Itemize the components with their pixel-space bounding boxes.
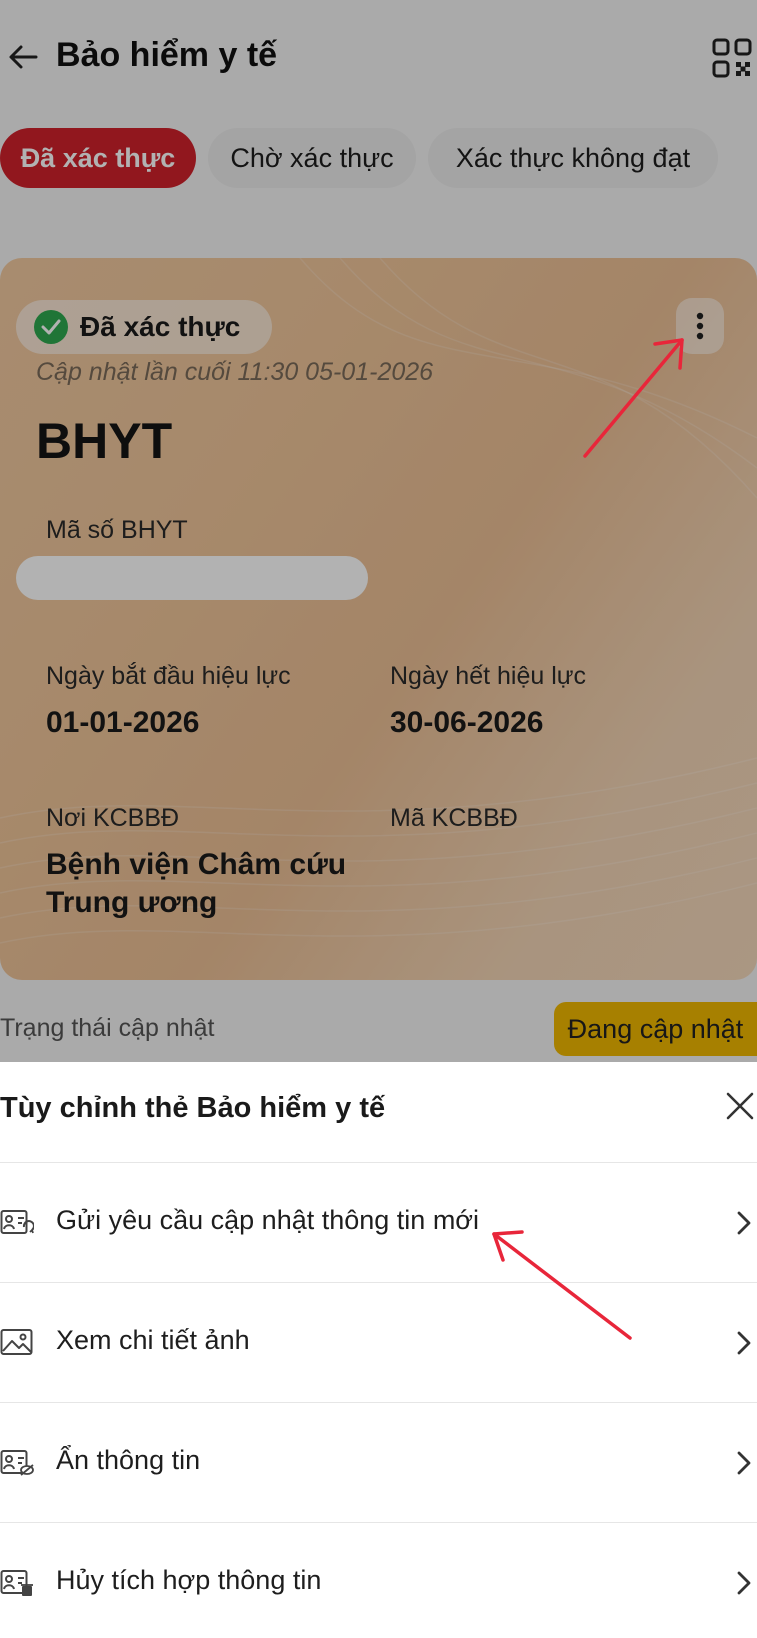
card-options-menu: Gửi yêu cầu cập nhật thông tin mới Xem c… [0, 1162, 757, 1638]
tab-pending[interactable]: Chờ xác thực [208, 128, 416, 188]
header: Bảo hiểm y tế [0, 0, 757, 118]
update-status-label: Trạng thái cập nhật [0, 1014, 215, 1042]
verification-tabs: Đã xác thực Chờ xác thực Xác thực không … [0, 128, 757, 188]
app-background: Bảo hiểm y tế Đã xác thực Chờ xác thực X… [0, 0, 757, 1062]
menu-label-view-image: Xem chi tiết ảnh [56, 1325, 250, 1355]
chevron-right-icon [737, 1571, 751, 1595]
tab-verified[interactable]: Đã xác thực [0, 128, 196, 188]
menu-item-request-update[interactable]: Gửi yêu cầu cập nhật thông tin mới [0, 1162, 757, 1282]
facility-label: Nơi KCBBĐ [46, 804, 180, 832]
menu-label-remove-integration: Hủy tích hợp thông tin [56, 1565, 322, 1595]
start-date-label: Ngày bắt đầu hiệu lực [46, 662, 291, 690]
facility-code-label: Mã KCBBĐ [390, 804, 518, 832]
back-arrow-icon [9, 45, 38, 69]
id-card-hidden-icon [0, 1450, 34, 1476]
status-chip-label: Đã xác thực [80, 311, 241, 342]
end-date-label: Ngày hết hiệu lực [390, 662, 587, 690]
check-circle-icon [34, 310, 68, 344]
last-update-text: Cập nhật lần cuối 11:30 05-01-2026 [36, 358, 434, 386]
chevron-right-icon [737, 1451, 751, 1475]
menu-label-request-update: Gửi yêu cầu cập nhật thông tin mới [56, 1205, 480, 1235]
chevron-right-icon [737, 1211, 751, 1235]
id-card-sync-icon [0, 1210, 34, 1234]
facility-value-line2: Trung ương [46, 886, 218, 919]
tab-failed[interactable]: Xác thực không đạt [428, 128, 718, 188]
facility-value-line1: Bệnh viện Châm cứu [46, 848, 347, 881]
update-status-row: Trạng thái cập nhật Đang cập nhật [0, 1000, 757, 1062]
insurance-id-label: Mã số BHYT [46, 516, 188, 544]
qr-code-button[interactable] [712, 38, 752, 78]
more-vertical-icon [696, 312, 704, 340]
menu-item-view-image[interactable]: Xem chi tiết ảnh [0, 1282, 757, 1402]
page-title: Bảo hiểm y tế [56, 36, 278, 74]
image-icon [0, 1329, 33, 1355]
verified-status-chip: Đã xác thực [16, 300, 272, 354]
more-options-button[interactable] [676, 298, 724, 354]
menu-item-hide-info[interactable]: Ẩn thông tin [0, 1402, 757, 1522]
start-date-value: 01-01-2026 [46, 706, 200, 739]
update-status-badge: Đang cập nhật [554, 1002, 757, 1056]
id-card-delete-icon [0, 1570, 33, 1596]
insurance-card[interactable]: Đã xác thực Cập nhật lần cuối 11:30 05-0… [0, 258, 757, 980]
close-icon [726, 1092, 754, 1120]
end-date-value: 30-06-2026 [390, 706, 544, 739]
card-title: BHYT [36, 413, 173, 469]
bottom-sheet: Tùy chỉnh thẻ Bảo hiểm y tế Gửi yêu cầu … [0, 1062, 757, 1638]
close-button[interactable] [724, 1090, 756, 1122]
back-button[interactable] [6, 40, 40, 74]
sheet-title: Tùy chỉnh thẻ Bảo hiểm y tế [0, 1092, 386, 1124]
redacted-insurance-id [16, 556, 368, 600]
menu-label-hide-info: Ẩn thông tin [56, 1445, 201, 1475]
qr-code-icon [712, 38, 752, 78]
chevron-right-icon [737, 1331, 751, 1355]
menu-item-remove-integration[interactable]: Hủy tích hợp thông tin [0, 1522, 757, 1638]
